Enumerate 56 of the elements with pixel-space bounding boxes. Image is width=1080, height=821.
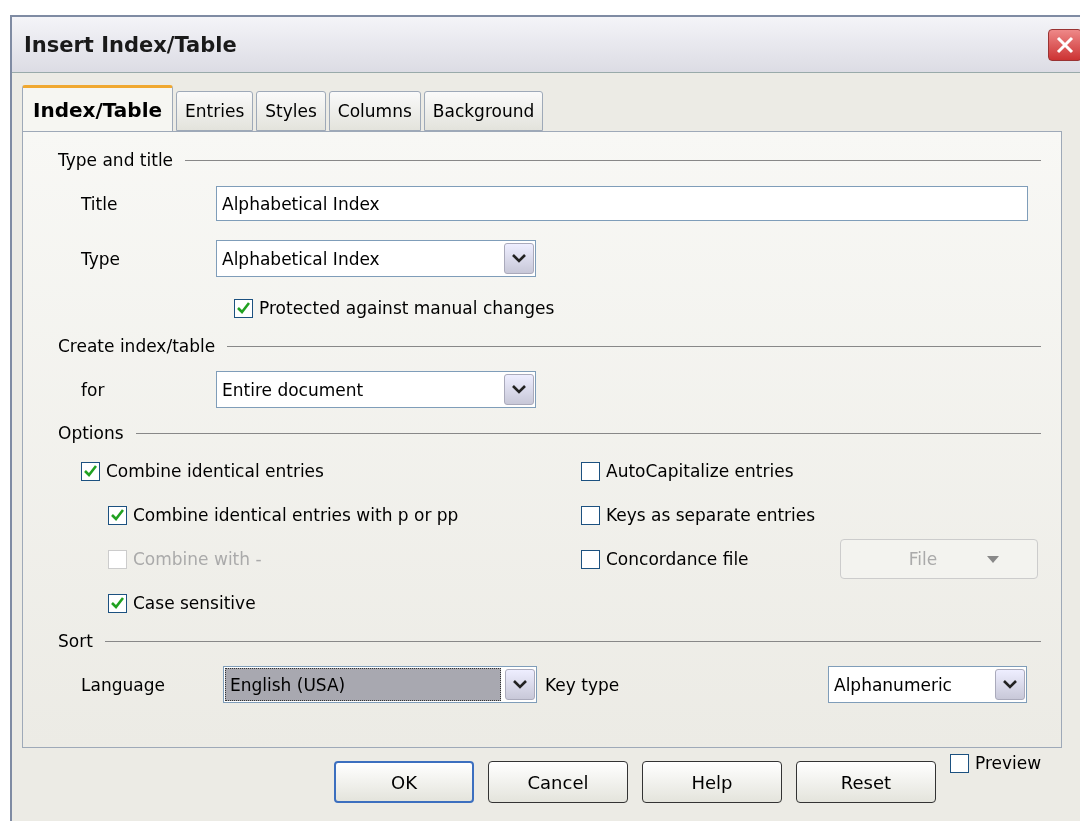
field-label: for (81, 379, 106, 400)
checkbox-label: Concordance file (606, 549, 749, 569)
dropdown[interactable]: English (USA) (223, 666, 537, 703)
tab[interactable]: Entries (176, 91, 254, 131)
checkmark-icon (111, 597, 124, 609)
title-field[interactable]: Alphabetical Index (216, 186, 1028, 221)
chevron-down-icon (513, 680, 527, 689)
tab[interactable]: Index/Table (22, 85, 174, 131)
section-heading: Create index/table (58, 336, 216, 356)
dropdown[interactable]: Entire document (216, 371, 536, 408)
chevron-down-icon (1003, 680, 1017, 689)
checkbox-label: Preview (975, 753, 1042, 773)
dialog-button[interactable]: OK (334, 761, 474, 803)
dialog-button[interactable]: Reset (796, 761, 936, 803)
checkmark-icon (237, 302, 250, 314)
checkbox-label: Protected against manual changes (259, 298, 555, 318)
dropdown-button[interactable] (505, 669, 535, 700)
checkbox[interactable] (581, 461, 600, 481)
dialog-button[interactable]: Help (642, 761, 782, 803)
dropdown-button[interactable] (504, 374, 534, 405)
checkbox-label: Keys as separate entries (606, 505, 816, 525)
checkbox[interactable] (581, 549, 600, 569)
tab[interactable]: Styles (256, 91, 326, 131)
dropdown-button[interactable] (995, 669, 1025, 700)
triangle-down-icon (987, 555, 1000, 563)
checkmark-icon (111, 509, 124, 521)
section-heading: Sort (58, 631, 93, 651)
dropdown-button[interactable] (504, 243, 534, 274)
checkbox[interactable] (108, 505, 127, 525)
chevron-down-icon (512, 254, 526, 263)
checkbox-label: Combine with - (133, 549, 262, 569)
checkbox-label: Case sensitive (133, 593, 256, 613)
dialog-button[interactable]: Cancel (488, 761, 628, 803)
checkbox[interactable] (581, 505, 600, 525)
dropdown[interactable]: Alphabetical Index (216, 240, 536, 277)
tab[interactable]: Background (423, 91, 544, 131)
field-label: Title (81, 193, 119, 214)
checkbox[interactable] (234, 298, 253, 318)
checkbox[interactable] (108, 593, 127, 613)
close-button[interactable] (1048, 28, 1080, 61)
field-label: Type (81, 248, 122, 269)
dropdown[interactable]: Alphanumeric (828, 666, 1027, 703)
checkbox[interactable] (950, 753, 969, 773)
field-label: Key type (544, 674, 621, 695)
close-icon (1056, 35, 1074, 54)
window-title: Insert Index/Table (24, 32, 237, 57)
checkbox-label: AutoCapitalize entries (606, 461, 794, 481)
field-label: Language (81, 674, 166, 695)
section-heading: Options (58, 423, 124, 443)
checkbox-label: Combine identical entries with p or pp (133, 505, 459, 525)
section-heading: Type and title (58, 150, 174, 170)
checkbox-label: Combine identical entries (106, 461, 324, 481)
tab[interactable]: Columns (328, 91, 421, 131)
checkmark-icon (84, 465, 97, 477)
chevron-down-icon (512, 385, 526, 394)
checkbox[interactable] (81, 461, 100, 481)
